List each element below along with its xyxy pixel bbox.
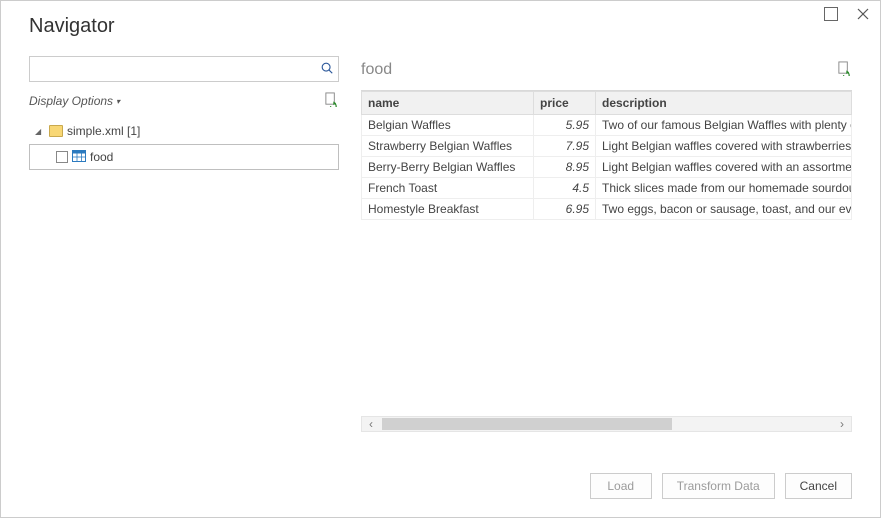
tree: ◢ simple.xml [1] food [29,118,339,170]
cell-name: Homestyle Breakfast [362,199,534,220]
scroll-right-icon[interactable]: › [833,417,851,431]
tree-item-label: food [90,150,113,164]
search-icon[interactable] [320,61,334,78]
refresh-icon[interactable] [324,92,339,110]
cell-name: Belgian Waffles [362,115,534,136]
close-icon [856,7,870,21]
cell-name: Strawberry Belgian Waffles [362,136,534,157]
dialog-footer: Load Transform Data Cancel [590,473,852,499]
preview-pane: food name price description Belgian Waff… [361,56,852,432]
search-input[interactable] [34,57,320,81]
folder-icon [49,125,63,137]
scroll-left-icon[interactable]: ‹ [362,417,380,431]
display-options-label: Display Options [29,94,113,108]
table-row[interactable]: Homestyle Breakfast6.95Two eggs, bacon o… [362,199,852,220]
horizontal-scrollbar[interactable]: ‹ › [361,416,852,432]
tree-root[interactable]: ◢ simple.xml [1] [29,118,339,144]
cell-price: 6.95 [534,199,596,220]
preview-refresh-icon[interactable] [837,61,852,79]
maximize-icon [824,7,838,21]
expand-toggle-icon[interactable]: ◢ [35,127,45,136]
navigator-tree-pane: Display Options ▾ ◢ simple.xml [1] food [29,56,339,432]
table-icon [72,150,86,165]
tree-item-checkbox[interactable] [56,151,68,163]
cell-description: Light Belgian waffles covered with an as… [596,157,852,178]
table-row[interactable]: Berry-Berry Belgian Waffles8.95Light Bel… [362,157,852,178]
col-header-name[interactable]: name [362,92,534,115]
load-button[interactable]: Load [590,473,652,499]
window-title: Navigator [1,1,880,42]
cell-name: Berry-Berry Belgian Waffles [362,157,534,178]
transform-data-button[interactable]: Transform Data [662,473,775,499]
display-options-dropdown[interactable]: Display Options ▾ [29,94,120,108]
table-header-row: name price description [362,92,852,115]
table-row[interactable]: Strawberry Belgian Waffles7.95Light Belg… [362,136,852,157]
cell-price: 4.5 [534,178,596,199]
maximize-button[interactable] [824,7,838,21]
cell-name: French Toast [362,178,534,199]
cell-price: 8.95 [534,157,596,178]
search-box[interactable] [29,56,339,82]
tree-root-label: simple.xml [1] [67,124,140,138]
tree-item-food[interactable]: food [29,144,339,170]
cell-description: Light Belgian waffles covered with straw… [596,136,852,157]
cell-price: 5.95 [534,115,596,136]
table-row[interactable]: Belgian Waffles5.95Two of our famous Bel… [362,115,852,136]
preview-table: name price description Belgian Waffles5.… [361,91,852,220]
table-row[interactable]: French Toast4.5Thick slices made from ou… [362,178,852,199]
cell-description: Two of our famous Belgian Waffles with p… [596,115,852,136]
col-header-price[interactable]: price [534,92,596,115]
cell-price: 7.95 [534,136,596,157]
preview-title: food [361,61,392,79]
chevron-down-icon: ▾ [116,97,120,106]
cell-description: Thick slices made from our homemade sour… [596,178,852,199]
scrollbar-thumb[interactable] [382,418,672,430]
cell-description: Two eggs, bacon or sausage, toast, and o… [596,199,852,220]
close-button[interactable] [856,7,870,21]
col-header-description[interactable]: description [596,92,852,115]
cancel-button[interactable]: Cancel [785,473,852,499]
